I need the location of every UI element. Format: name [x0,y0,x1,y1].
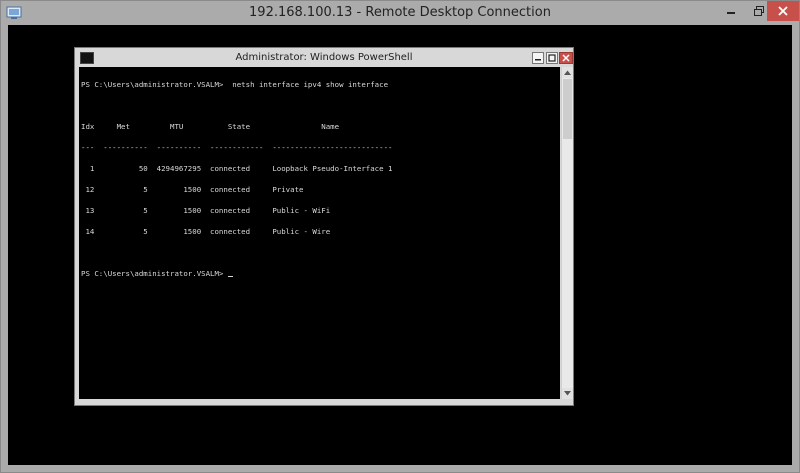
powershell-titlebar[interactable]: Administrator: Windows PowerShell [75,48,573,68]
chevron-down-icon [564,391,571,396]
console-line: --- ---------- ---------- ------------ -… [81,143,393,152]
rdp-titlebar[interactable]: 192.168.100.13 - Remote Desktop Connecti… [1,1,799,25]
minimize-icon [535,59,541,61]
console-line: 1 50 4294967295 connected Loopback Pseud… [81,164,393,173]
scroll-up-button[interactable] [562,67,573,78]
text-cursor [227,276,233,277]
scroll-thumb[interactable] [563,79,572,139]
powershell-minimize-button[interactable] [532,52,544,64]
rdp-right-border [792,25,799,472]
chevron-up-icon [564,70,571,75]
close-button[interactable] [767,1,799,21]
powershell-console[interactable]: PS C:\Users\administrator.VSALM> netsh i… [79,67,560,399]
close-icon [778,6,788,16]
console-line: 14 5 1500 connected Public - Wire [81,227,331,236]
minimize-icon [726,12,735,14]
close-icon [562,54,570,62]
console-prompt: PS C:\Users\administrator.VSALM> [81,269,228,278]
vertical-scrollbar[interactable] [561,67,573,399]
rdp-left-border [1,25,8,472]
console-prompt-line[interactable]: PS C:\Users\administrator.VSALM> [79,270,560,277]
powershell-maximize-button[interactable] [546,52,558,64]
console-line: Idx Met MTU State Name [81,122,340,131]
rdp-bottom-border [1,465,799,472]
minimize-button[interactable] [717,1,744,21]
maximize-icon [548,54,556,62]
console-line: PS C:\Users\administrator.VSALM> netsh i… [81,80,389,89]
console-line: 13 5 1500 connected Public - WiFi [81,206,331,215]
powershell-window: Administrator: Windows PowerShell PS C:\… [74,47,574,406]
scroll-down-button[interactable] [562,388,573,399]
remote-desktop-window: 192.168.100.13 - Remote Desktop Connecti… [0,0,800,473]
powershell-window-title: Administrator: Windows PowerShell [235,52,413,63]
powershell-close-button[interactable] [559,52,573,64]
rdp-window-title: 192.168.100.13 - Remote Desktop Connecti… [249,5,551,20]
restore-icon [753,6,764,16]
console-line: 12 5 1500 connected Private [81,185,304,194]
